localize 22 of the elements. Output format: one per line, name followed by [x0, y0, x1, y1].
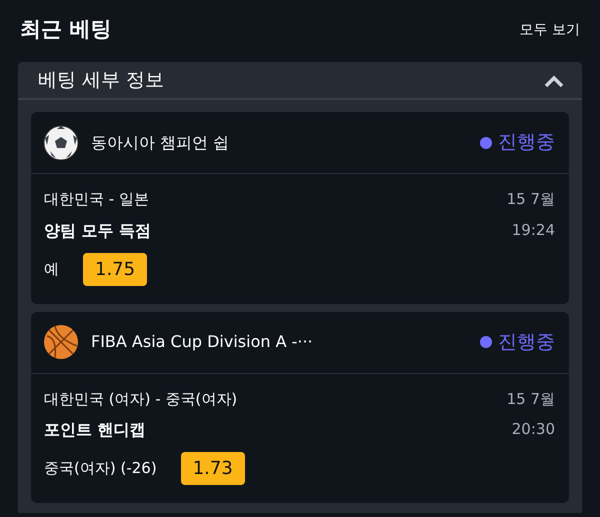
- selection-label: 중국(여자) (-26): [44, 458, 157, 480]
- league-name: 동아시아 챔피언 쉽: [91, 132, 230, 154]
- league-name: FIBA Asia Cup Division A -···: [91, 331, 313, 353]
- match-date: 15 7월: [506, 388, 555, 410]
- basketball-icon: [43, 324, 79, 360]
- match-date: 15 7월: [506, 189, 555, 210]
- market-name: 포인트 핸디캡: [44, 419, 146, 441]
- match-name: 대한민국 - 일본: [44, 189, 149, 210]
- market-name: 양팀 모두 득점: [44, 220, 152, 242]
- status-label: 진행중: [480, 128, 555, 157]
- odds-button[interactable]: 1.73: [180, 452, 245, 485]
- collapse-chevron-icon[interactable]: [544, 74, 564, 88]
- selection-label: 예: [44, 258, 59, 280]
- match-name: 대한민국 (여자) - 중국(여자): [44, 388, 238, 410]
- view-all-link[interactable]: 모두 보기: [520, 20, 580, 40]
- status-label: 진행중: [480, 328, 555, 356]
- odds-button[interactable]: 1.75: [83, 252, 148, 286]
- panel-title: 베팅 세부 정보: [38, 68, 164, 93]
- section-title: 최근 베팅: [20, 16, 112, 44]
- match-time: 19:24: [512, 220, 555, 240]
- soccer-ball-icon: [43, 124, 79, 160]
- match-time: 20:30: [512, 419, 555, 440]
